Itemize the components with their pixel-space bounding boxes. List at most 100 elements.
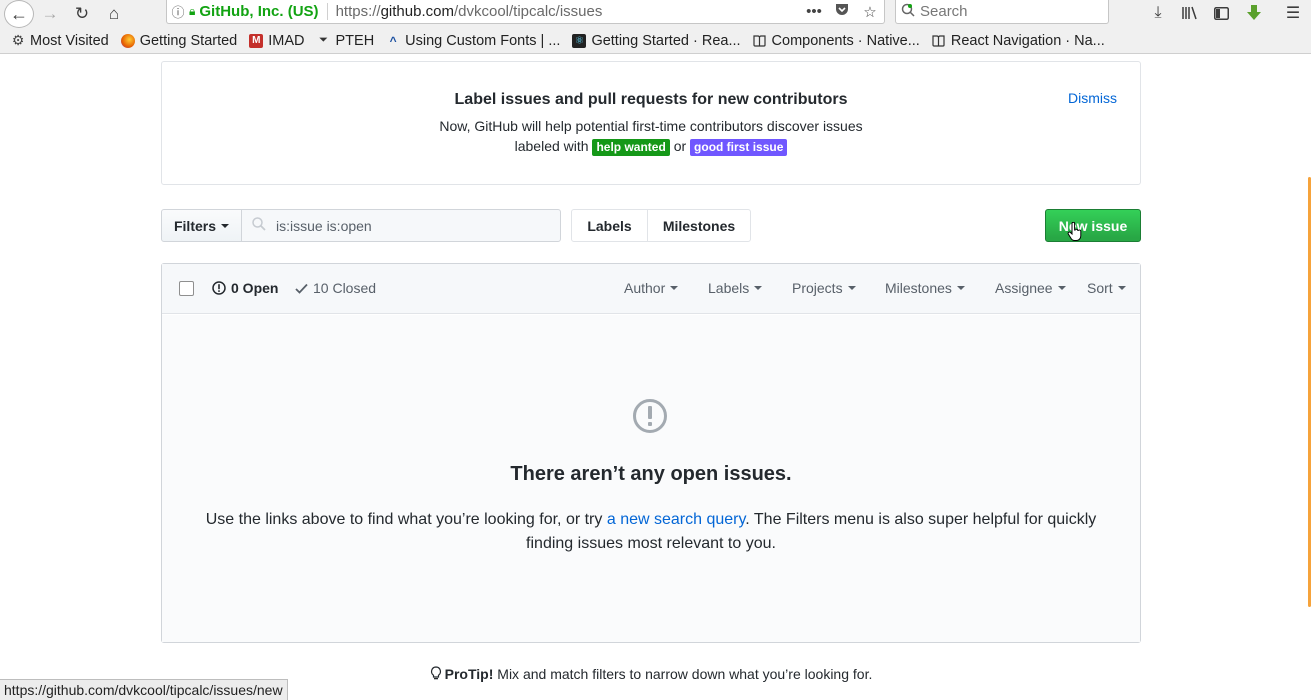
book-icon [932, 34, 946, 48]
check-icon [295, 283, 308, 294]
issues-list: 0 Open 10 Closed Author Labels Projects … [161, 263, 1141, 643]
bookmark-label: Getting Started · Rea... [591, 32, 741, 49]
caret-down-icon [847, 286, 856, 290]
imad-icon: M [249, 33, 264, 48]
bookmark-react-navigation[interactable]: React Navigation · Na... [932, 33, 1105, 49]
url-domain: github.com [380, 3, 454, 20]
caret-down-icon [670, 286, 679, 290]
labels-tab[interactable]: Labels [572, 210, 648, 241]
bookmark-imad[interactable]: M IMAD [249, 32, 305, 49]
bookmark-pteh[interactable]: ⏷ PTEH [317, 32, 375, 49]
url-path: /dvkcool/tipcalc/issues [453, 3, 603, 20]
bookmark-react-getting-started[interactable]: ⚛ Getting Started · Rea... [572, 32, 741, 49]
home-button[interactable]: ⌂ [98, 2, 130, 26]
bookmark-label: Using Custom Fonts | ... [405, 32, 561, 49]
search-engine-icon [896, 3, 920, 21]
issues-search-input[interactable]: is:issue is:open [241, 209, 561, 242]
bookmark-label: Getting Started [139, 32, 238, 49]
issues-list-header: 0 Open 10 Closed Author Labels Projects … [162, 264, 1140, 314]
status-bar: https://github.com/dvkcool/tipcalc/issue… [0, 679, 288, 700]
onboarding-notice: Label issues and pull requests for new c… [161, 61, 1141, 185]
filters-row: Filters is:issue is:open Labels Mileston… [161, 209, 1141, 242]
bookmark-label: Components · Native... [771, 32, 920, 49]
search-placeholder: Search [920, 3, 968, 20]
bookmark-most-visited[interactable]: ⚙ Most Visited [11, 32, 109, 49]
url-prefix: https:// [335, 3, 381, 20]
bookmarks-bar: ⚙ Most Visited Getting Started M IMAD ⏷ … [0, 28, 1311, 54]
assignee-select[interactable]: Assignee [995, 280, 1066, 296]
open-count: 0 Open [231, 280, 279, 296]
page-actions-icon[interactable]: ••• [800, 3, 828, 20]
onboarding-or: or [673, 138, 687, 154]
open-issues-tab[interactable]: 0 Open [212, 280, 278, 296]
milestones-tab[interactable]: Milestones [648, 210, 750, 241]
dismiss-link[interactable]: Dismiss [1068, 90, 1117, 106]
bookmark-getting-started[interactable]: Getting Started [120, 32, 238, 49]
onboarding-title: Label issues and pull requests for new c… [454, 91, 848, 108]
filters-button[interactable]: Filters [161, 209, 242, 242]
onboarding-text: Now, GitHub will help potential first-ti… [162, 116, 1140, 156]
back-button[interactable]: ← [4, 0, 34, 28]
select-label: Author [624, 280, 666, 296]
select-all-checkbox[interactable] [179, 281, 194, 296]
bookmark-custom-fonts[interactable]: ^ Using Custom Fonts | ... [386, 32, 561, 49]
light-bulb-icon [430, 666, 441, 680]
select-label: Labels [708, 280, 750, 296]
author-select[interactable]: Author [624, 280, 679, 296]
info-icon[interactable]: ⓘ [167, 2, 189, 21]
caret-down-icon [1057, 286, 1066, 290]
pocket-icon[interactable] [828, 3, 856, 20]
menu-icon[interactable]: ☰ [1280, 2, 1306, 24]
book-icon [753, 34, 767, 48]
lock-icon: 🔒︎ [189, 4, 196, 18]
protip-label: ProTip! [444, 666, 494, 682]
select-label: Sort [1087, 280, 1113, 296]
page-content: Label issues and pull requests for new c… [0, 55, 1302, 700]
browser-search-bar[interactable]: Search [895, 0, 1109, 24]
protip-text: Mix and match filters to narrow down wha… [497, 666, 873, 682]
onboarding-line1: Now, GitHub will help potential first-ti… [439, 118, 863, 134]
closed-count: 10 Closed [313, 280, 377, 296]
new-issue-button[interactable]: New issue [1045, 209, 1141, 242]
issue-opened-large-icon [633, 399, 667, 433]
bookmark-components[interactable]: Components · Native... [753, 33, 920, 49]
reload-button[interactable]: ↻ [66, 2, 98, 26]
pteh-icon: ⏷ [319, 34, 328, 46]
library-icon[interactable] [1177, 2, 1203, 24]
sidebar-icon[interactable] [1208, 2, 1234, 24]
filters-label: Filters [173, 217, 216, 234]
select-label: Milestones [885, 280, 952, 296]
label-help-wanted[interactable]: help wanted [592, 139, 670, 156]
firefox-icon [120, 33, 135, 48]
label-good-first-issue[interactable]: good first issue [690, 139, 788, 156]
select-label: Projects [792, 280, 843, 296]
caret-down-icon [754, 286, 763, 290]
url-bar[interactable]: ⓘ 🔒︎ GitHub, Inc. (US) https://github.co… [166, 0, 885, 24]
bookmark-label: PTEH [335, 32, 375, 49]
blankslate-text-before: Use the links above to find what you’re … [205, 511, 603, 528]
url-text[interactable]: https://github.com/dvkcool/tipcalc/issue… [336, 3, 800, 20]
caret-down-icon [956, 286, 965, 290]
closed-issues-tab[interactable]: 10 Closed [295, 280, 376, 296]
milestones-select[interactable]: Milestones [885, 280, 965, 296]
projects-select[interactable]: Projects [792, 280, 856, 296]
blankslate: There aren’t any open issues. Use the li… [162, 315, 1140, 642]
labels-select[interactable]: Labels [708, 280, 763, 296]
forward-arrow-icon: → [41, 4, 59, 23]
home-icon: ⌂ [108, 4, 120, 23]
gear-icon: ⚙ [11, 32, 25, 48]
select-label: Assignee [995, 280, 1053, 296]
new-search-query-link[interactable]: a new search query [607, 511, 745, 528]
forward-button[interactable]: → [34, 2, 66, 26]
blankslate-text: Use the links above to find what you’re … [202, 508, 1100, 556]
bookmark-label: IMAD [268, 32, 305, 49]
caret-down-icon [1117, 286, 1126, 290]
downloads-icon[interactable]: ⤓ [1145, 2, 1171, 24]
site-identity[interactable]: GitHub, Inc. (US) [199, 3, 328, 20]
bookmark-label: React Navigation · Na... [950, 32, 1105, 49]
bookmark-star-icon[interactable]: ☆ [856, 3, 884, 21]
extension-download-icon[interactable] [1241, 2, 1267, 24]
sort-select[interactable]: Sort [1087, 280, 1126, 296]
blankslate-title: There aren’t any open issues. [510, 463, 792, 485]
search-value: is:issue is:open [276, 217, 372, 234]
